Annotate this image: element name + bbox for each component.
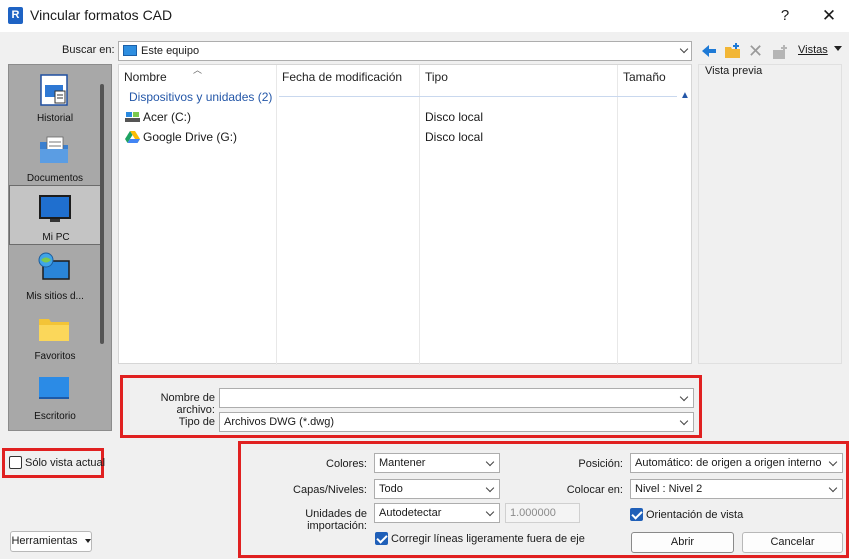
preview-label: Vista previa — [705, 65, 763, 77]
correct-lines-label: Corregir líneas ligeramente fuera de eje — [391, 533, 585, 545]
collapse-chevron-icon[interactable]: ▲ — [680, 90, 690, 101]
new-folder-icon[interactable] — [724, 42, 742, 60]
colors-value: Mantener — [379, 457, 426, 469]
file-type: Disco local — [425, 130, 484, 144]
history-icon — [40, 74, 68, 106]
properties-icon[interactable] — [772, 44, 788, 60]
tools-button[interactable]: Herramientas — [10, 531, 92, 552]
sidebar-item-label: Favoritos — [34, 351, 76, 362]
drive-icon — [125, 112, 140, 122]
dropdown-arrow-icon — [84, 539, 91, 544]
layers-dropdown[interactable]: Todo — [374, 479, 500, 499]
correct-lines-checkbox[interactable] — [375, 532, 388, 545]
sidebar-item-mi-pc[interactable]: Mi PC — [9, 185, 101, 245]
chevron-down-icon — [485, 483, 495, 493]
import-scale-input: 1.000000 — [505, 503, 580, 523]
lookin-label: Buscar en: — [62, 44, 115, 56]
chevron-down-icon — [485, 507, 495, 517]
position-dropdown[interactable]: Automático: de origen a origen interno — [630, 453, 843, 473]
sidebar-item-escritorio[interactable]: Escritorio — [9, 365, 101, 425]
file-list[interactable]: Nombre ︿ Fecha de modificación Tipo Tama… — [118, 64, 692, 365]
column-header-name[interactable]: Nombre — [124, 70, 167, 84]
desktop-icon — [39, 377, 69, 399]
sidebar-item-favoritos[interactable]: Favoritos — [9, 305, 101, 365]
sidebar-item-historial[interactable]: Historial — [9, 67, 101, 127]
import-units-dropdown[interactable]: Autodetectar — [374, 503, 500, 523]
chevron-down-icon — [679, 392, 689, 402]
preview-pane: Vista previa — [698, 64, 842, 364]
column-header-size[interactable]: Tamaño — [623, 70, 666, 84]
file-name: Google Drive (G:) — [143, 130, 238, 144]
computer-icon — [39, 195, 71, 222]
chevron-down-icon — [828, 483, 838, 493]
file-name-label: Nombre de archivo: — [160, 392, 215, 416]
chevron-down-icon — [828, 457, 838, 467]
import-units-value: Autodetectar — [379, 507, 442, 519]
window-title: Vincular formatos CAD — [30, 7, 173, 23]
sidebar-scrollbar[interactable] — [100, 84, 104, 344]
file-type-dropdown[interactable]: Archivos DWG (*.dwg) — [219, 412, 694, 432]
tools-label: Herramientas — [11, 535, 78, 547]
views-menu-button[interactable]: Vistas — [798, 44, 828, 56]
list-item[interactable]: Google Drive (G:) Disco local — [119, 127, 691, 147]
sidebar-item-label: Historial — [36, 113, 74, 124]
group-header[interactable]: Dispositivos y unidades (2) — [129, 90, 272, 104]
file-type-value: Archivos DWG (*.dwg) — [224, 416, 335, 428]
file-name: Acer (C:) — [143, 110, 191, 124]
help-button[interactable]: ? — [771, 3, 799, 29]
network-sites-icon — [38, 252, 70, 280]
sidebar-item-label: Mis sitios d... — [26, 291, 84, 302]
colors-dropdown[interactable]: Mantener — [374, 453, 500, 473]
place-at-value: Nivel : Nivel 2 — [635, 483, 703, 495]
sidebar-item-mis-sitios[interactable]: Mis sitios d... — [9, 245, 101, 305]
open-button[interactable]: Abrir — [631, 532, 734, 553]
sidebar-item-documentos[interactable]: Documentos — [9, 127, 101, 187]
computer-icon — [123, 45, 137, 56]
file-type: Disco local — [425, 110, 484, 124]
sidebar-item-label: Escritorio — [34, 411, 76, 422]
file-name-input[interactable] — [219, 388, 694, 408]
group-divider — [279, 96, 677, 97]
app-logo-icon: R — [8, 7, 23, 24]
layers-value: Todo — [379, 483, 403, 495]
current-view-only-checkbox[interactable] — [9, 456, 22, 469]
column-header-type[interactable]: Tipo — [425, 70, 448, 84]
close-button[interactable]: ✕ — [815, 3, 843, 29]
view-orientation-label: Orientación de vista — [646, 509, 744, 521]
chevron-down-icon — [485, 457, 495, 467]
colors-label: Colores: — [326, 458, 367, 470]
cancel-button[interactable]: Cancelar — [742, 532, 843, 553]
places-sidebar: Historial Documentos Mi PC Mis sitios d.… — [8, 64, 112, 431]
file-type-label: Tipo de — [178, 416, 215, 428]
place-at-dropdown[interactable]: Nivel : Nivel 2 — [630, 479, 843, 499]
lookin-value: Este equipo — [141, 45, 200, 57]
layers-label: Capas/Niveles: — [293, 484, 367, 496]
current-view-only-label: Sólo vista actual — [25, 457, 106, 469]
sidebar-item-label: Documentos — [26, 173, 84, 184]
views-dropdown-arrow-icon[interactable] — [834, 46, 842, 51]
sidebar-item-label: Mi PC — [42, 232, 70, 243]
back-arrow-icon[interactable] — [700, 42, 718, 60]
google-drive-icon — [125, 131, 140, 143]
position-value: Automático: de origen a origen interno — [635, 457, 822, 469]
list-item[interactable]: Acer (C:) Disco local — [119, 107, 691, 127]
place-at-label: Colocar en: — [566, 484, 623, 496]
delete-icon[interactable]: ✕ — [748, 42, 764, 60]
position-label: Posición: — [578, 458, 623, 470]
lookin-dropdown[interactable]: Este equipo — [118, 41, 692, 61]
favorites-folder-icon — [39, 319, 69, 341]
sort-ascending-icon: ︿ — [193, 65, 203, 75]
import-scale-value: 1.000000 — [510, 507, 556, 519]
view-orientation-checkbox[interactable] — [630, 508, 643, 521]
import-units-label: Unidades de importación: — [305, 508, 367, 532]
column-header-modified[interactable]: Fecha de modificación — [282, 70, 402, 84]
chevron-down-icon — [679, 44, 689, 54]
chevron-down-icon — [679, 416, 689, 426]
documents-icon — [40, 136, 68, 163]
